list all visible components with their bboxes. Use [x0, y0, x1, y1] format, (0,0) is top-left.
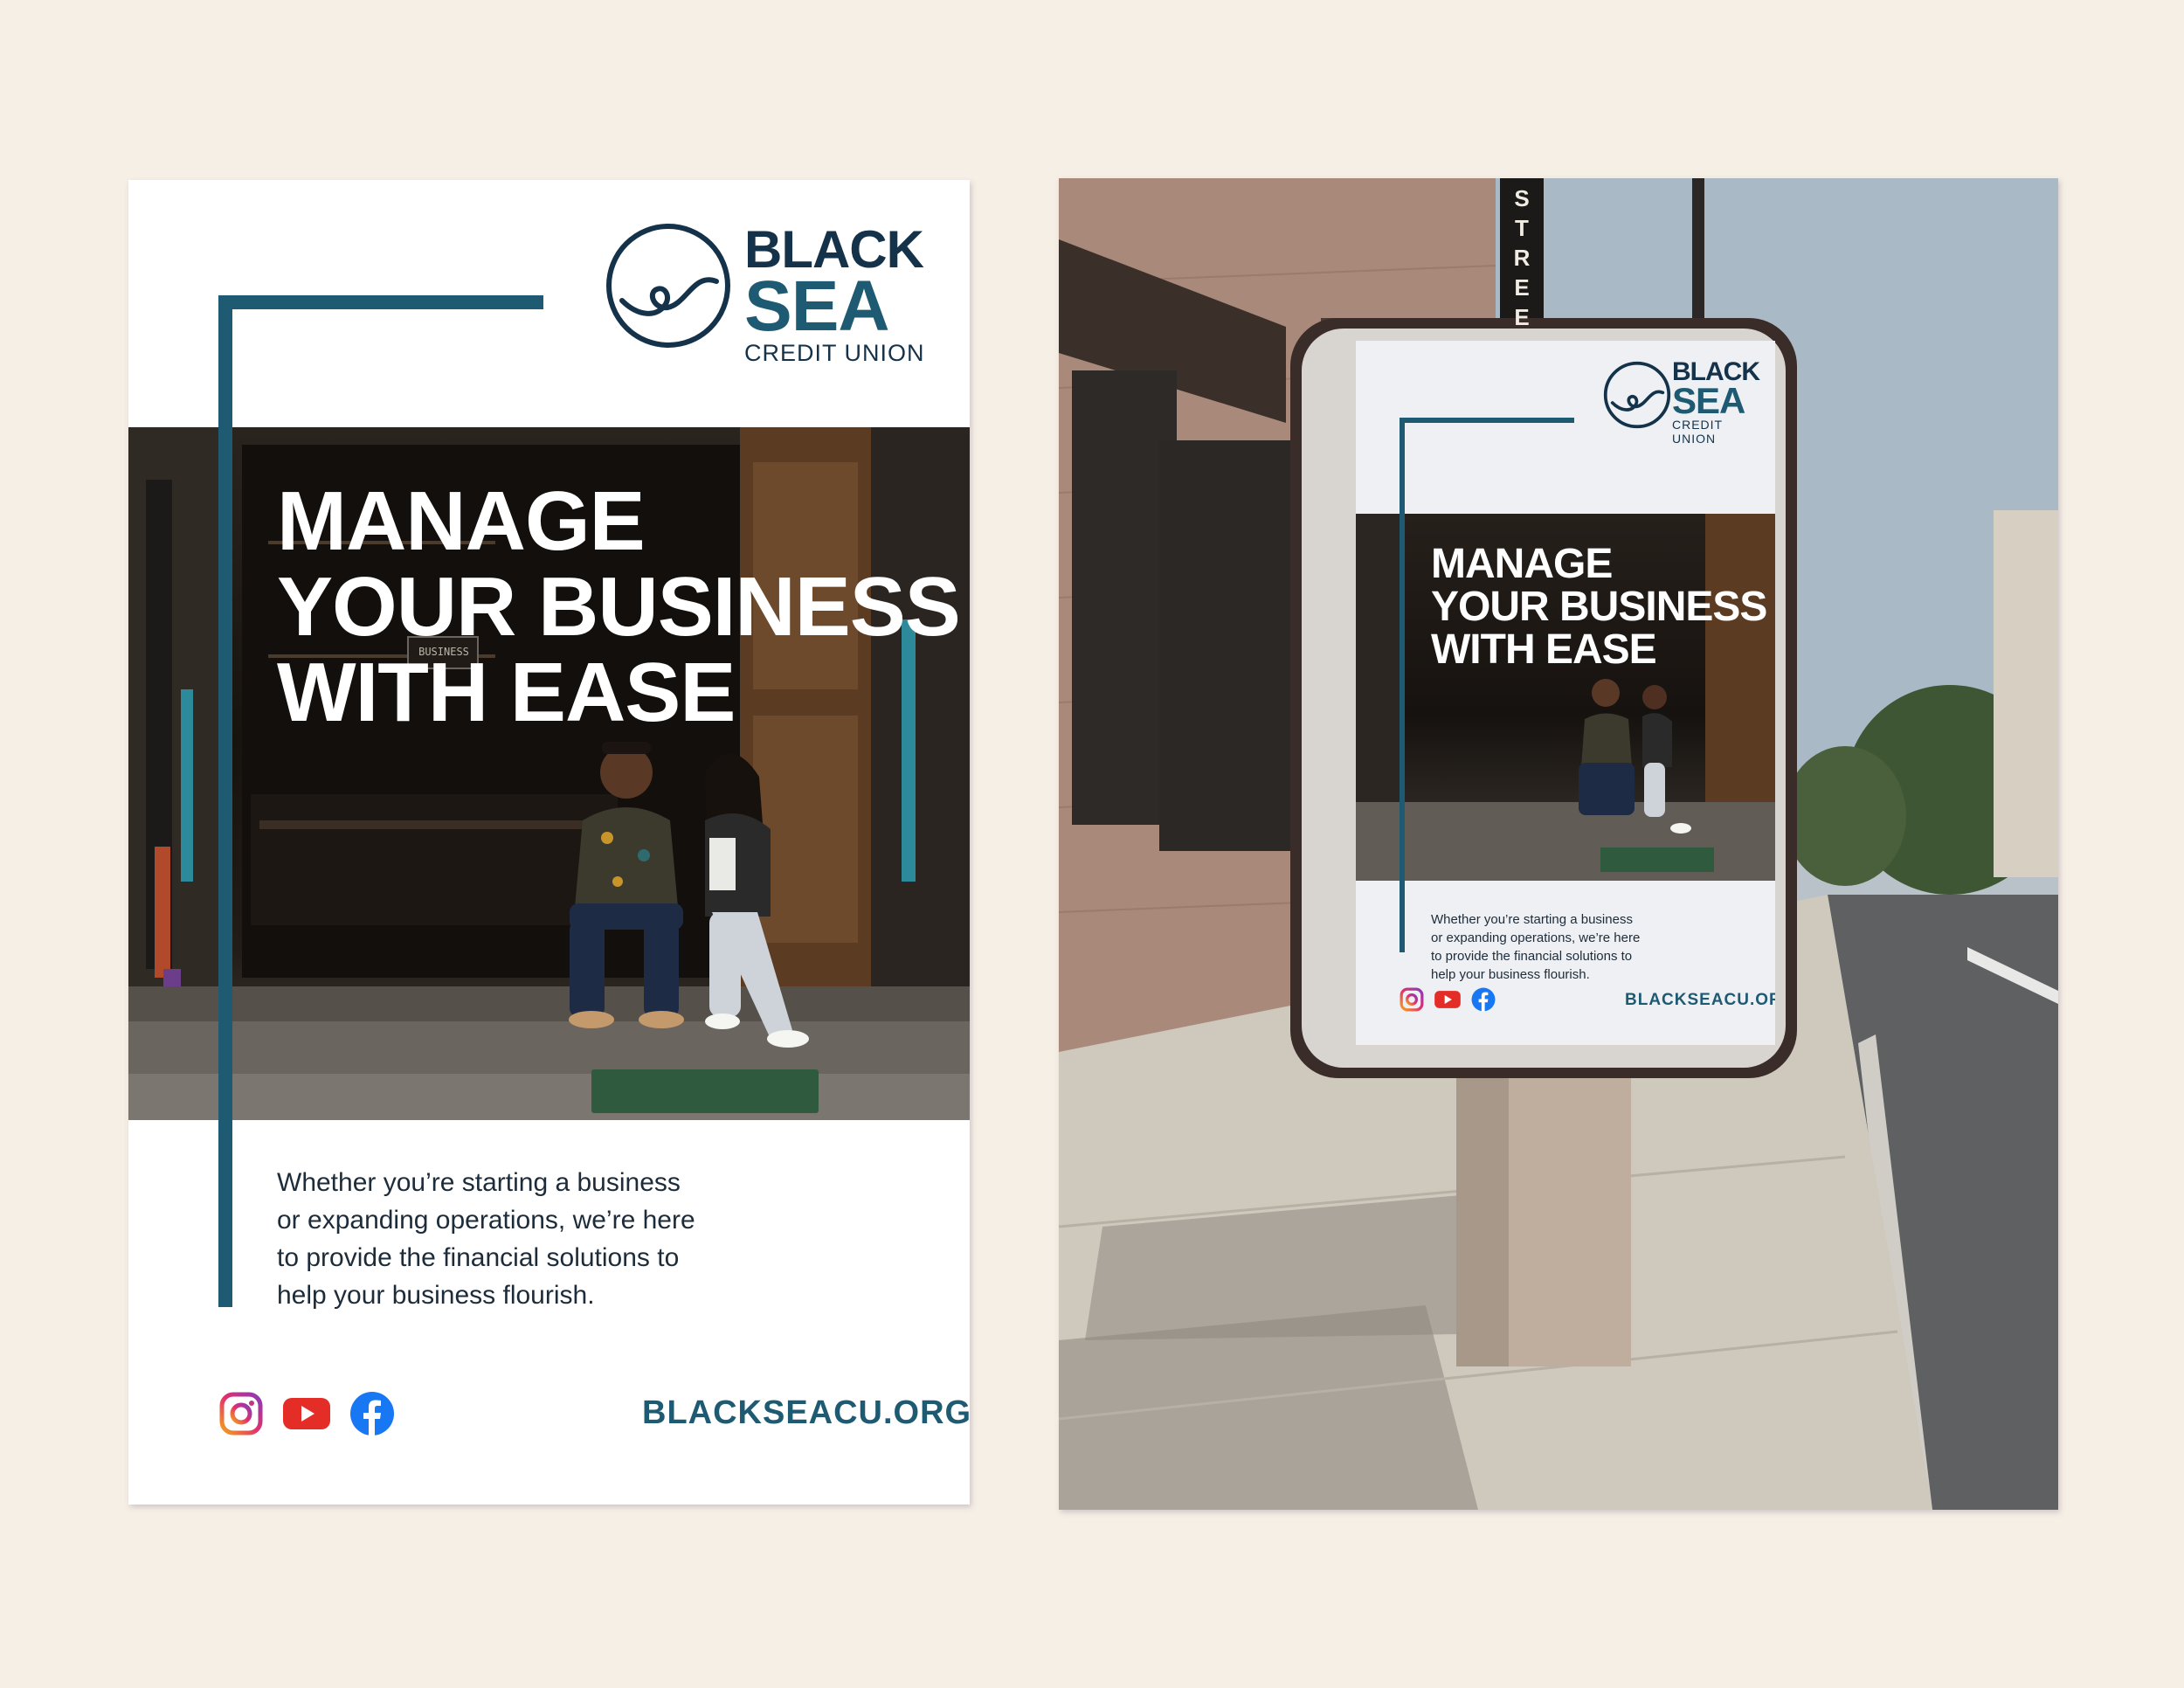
- body-line-1: Whether you’re starting a business: [277, 1168, 681, 1197]
- billboard-body-line-4: help your business flourish.: [1431, 967, 1590, 982]
- billboard-headline-line-1: MANAGE: [1431, 541, 1613, 587]
- headline-line-3: WITH EASE: [277, 645, 736, 739]
- youtube-icon[interactable]: [283, 1396, 330, 1431]
- headline-line-1: MANAGE: [277, 474, 646, 568]
- street-sign-text: STREE: [1513, 185, 1531, 330]
- billboard-bracket-top: [1400, 418, 1574, 423]
- bracket-top-line: [218, 295, 543, 309]
- logo: BLACK SEA CREDIT UNION: [603, 223, 943, 366]
- wave-in-circle-icon: [606, 224, 730, 348]
- youtube-icon: [1434, 991, 1461, 1008]
- logo-word-sea: SEA: [744, 266, 890, 347]
- logo-subline: CREDIT UNION: [744, 339, 925, 366]
- facebook-icon: [1471, 987, 1496, 1012]
- body-copy: Whether you’re starting a business or ex…: [277, 1164, 695, 1314]
- bracket-left-line: [218, 295, 232, 1307]
- billboard-body-line-1: Whether you’re starting a business: [1431, 912, 1633, 927]
- flat-poster: BLACK SEA CREDIT UNION BUSINESS MANAGE Y…: [128, 180, 970, 1505]
- billboard-logo: BLACK SEA CREDIT UNION: [1602, 359, 1768, 447]
- body-line-3: to provide the financial solutions to: [277, 1243, 680, 1272]
- instagram-icon[interactable]: [218, 1391, 264, 1436]
- billboard-logo-subline: CREDIT UNION: [1672, 418, 1723, 446]
- billboard-body-copy: Whether you’re starting a business or ex…: [1431, 910, 1640, 984]
- social-icons: [218, 1391, 395, 1436]
- instagram-icon: [1400, 987, 1424, 1012]
- body-line-4: help your business flourish.: [277, 1281, 595, 1310]
- headline-line-2: YOUR BUSINESS: [277, 559, 961, 654]
- wave-in-circle-icon: [1603, 361, 1671, 429]
- website-url[interactable]: BLACKSEACU.ORG: [642, 1394, 970, 1432]
- billboard-social-icons: [1400, 987, 1496, 1012]
- facebook-icon[interactable]: [349, 1391, 395, 1436]
- billboard-headline: MANAGE YOUR BUSINESS WITH EASE: [1431, 541, 1767, 673]
- billboard-logo-sea: SEA: [1672, 379, 1745, 421]
- billboard-website-url: BLACKSEACU.ORG: [1625, 991, 1775, 1009]
- billboard-poster: BLACK SEA CREDIT UNION MANAGE YOUR BUSIN…: [1356, 341, 1775, 1045]
- headline: MANAGE YOUR BUSINESS WITH EASE: [277, 474, 961, 739]
- billboard-body-line-2: or expanding operations, we’re here: [1431, 930, 1641, 945]
- billboard-headline-line-2: YOUR BUSINESS: [1431, 583, 1767, 630]
- body-line-2: or expanding operations, we’re here: [277, 1206, 695, 1235]
- billboard-headline-line-3: WITH EASE: [1431, 626, 1657, 673]
- billboard-body-line-3: to provide the financial solutions to: [1431, 949, 1633, 964]
- billboard-bracket-left: [1400, 418, 1405, 952]
